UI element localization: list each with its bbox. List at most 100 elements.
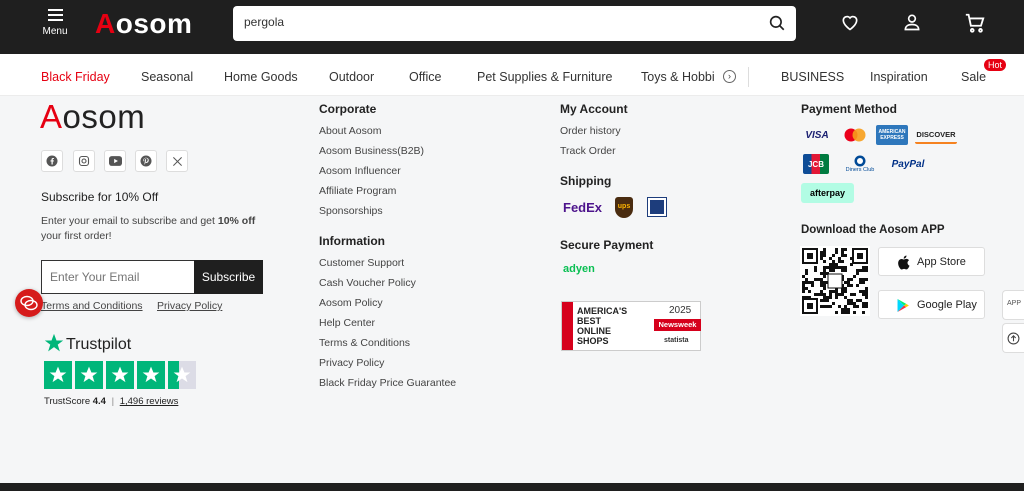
side-app-label: APP bbox=[1007, 300, 1022, 307]
award-line-2: BEST bbox=[577, 316, 602, 326]
nav-home-goods[interactable]: Home Goods bbox=[224, 70, 298, 84]
link-affiliate-program[interactable]: Affiliate Program bbox=[319, 185, 396, 197]
adyen-logo: adyen bbox=[563, 263, 595, 275]
my-account-title: My Account bbox=[560, 102, 628, 116]
visa-icon: VISA bbox=[801, 126, 833, 144]
link-black-friday-guarantee[interactable]: Black Friday Price Guarantee bbox=[319, 377, 456, 389]
jcb-icon: JCB bbox=[803, 154, 829, 174]
link-aosom-policy[interactable]: Aosom Policy bbox=[319, 297, 383, 309]
link-sponsorships[interactable]: Sponsorships bbox=[319, 205, 383, 217]
email-input[interactable] bbox=[50, 270, 190, 284]
corporate-title: Corporate bbox=[319, 102, 377, 116]
nav-black-friday[interactable]: Black Friday bbox=[41, 70, 110, 84]
hamburger-icon bbox=[47, 9, 63, 21]
search-icon[interactable] bbox=[768, 14, 786, 32]
discover-icon: DISCOVER bbox=[915, 126, 957, 144]
information-title: Information bbox=[319, 234, 385, 248]
footer-logo-text: osom bbox=[62, 98, 146, 135]
apple-icon bbox=[898, 255, 910, 270]
search-input[interactable] bbox=[244, 15, 744, 29]
back-to-top-button[interactable] bbox=[1002, 323, 1024, 353]
trustpilot-star-1 bbox=[44, 361, 72, 389]
nav-sale[interactable]: Sale bbox=[961, 70, 986, 84]
nav-pet-supplies[interactable]: Pet Supplies & Furniture bbox=[477, 70, 613, 84]
subscribe-button[interactable]: Subscribe bbox=[194, 260, 263, 294]
link-cash-voucher-policy[interactable]: Cash Voucher Policy bbox=[319, 277, 416, 289]
nav-scroll-right-icon[interactable]: › bbox=[723, 70, 736, 83]
pinterest-icon[interactable] bbox=[135, 150, 157, 172]
award-newsweek: Newsweek bbox=[654, 319, 701, 331]
chat-bubble-icon[interactable] bbox=[15, 289, 43, 317]
link-privacy-policy[interactable]: Privacy Policy bbox=[319, 357, 384, 369]
award-line-1: AMERICA'S bbox=[577, 306, 628, 316]
trustpilot-star-4 bbox=[137, 361, 165, 389]
footer-logo[interactable]: Aosom bbox=[40, 98, 145, 136]
top-header: Menu Aosom bbox=[0, 0, 1024, 54]
trustpilot-star-5 bbox=[168, 361, 196, 389]
afterpay-text: afterpay bbox=[809, 188, 845, 198]
trustpilot-brand[interactable]: Trustpilot bbox=[66, 336, 131, 354]
nav-seasonal[interactable]: Seasonal bbox=[141, 70, 193, 84]
ups-text: ups bbox=[617, 203, 631, 210]
award-line-3: ONLINE bbox=[577, 326, 612, 336]
nav-divider bbox=[748, 67, 749, 87]
trustpilot-reviews-link[interactable]: 1,496 reviews bbox=[120, 396, 179, 407]
award-line-4: SHOPS bbox=[577, 336, 609, 346]
email-subscribe-form: Subscribe bbox=[41, 260, 263, 294]
cart-icon[interactable] bbox=[964, 12, 986, 34]
nav-business[interactable]: BUSINESS bbox=[781, 70, 844, 84]
wishlist-heart-icon[interactable] bbox=[840, 12, 860, 32]
trustpilot-star-2 bbox=[75, 361, 103, 389]
subscribe-text-b: your first order! bbox=[41, 230, 112, 242]
link-customer-support[interactable]: Customer Support bbox=[319, 257, 404, 269]
google-play-button[interactable]: Google Play bbox=[878, 290, 985, 319]
amex-text: AMERICAN EXPRESS bbox=[878, 129, 906, 141]
privacy-link[interactable]: Privacy Policy bbox=[157, 300, 222, 312]
link-aosom-business[interactable]: Aosom Business(B2B) bbox=[319, 145, 424, 157]
link-about-aosom[interactable]: About Aosom bbox=[319, 125, 381, 137]
google-play-icon bbox=[897, 299, 909, 312]
link-help-center[interactable]: Help Center bbox=[319, 317, 375, 329]
jcb-text: JCB bbox=[807, 159, 824, 169]
category-nav: Black Friday Seasonal Home Goods Outdoor… bbox=[0, 54, 1024, 96]
award-stripe bbox=[562, 302, 573, 350]
nav-toys-hobbies[interactable]: Toys & Hobbi bbox=[641, 70, 714, 84]
nav-inspiration[interactable]: Inspiration bbox=[870, 70, 928, 84]
award-statista: statista bbox=[664, 337, 689, 344]
link-order-history[interactable]: Order history bbox=[560, 125, 621, 137]
link-aosom-influencer[interactable]: Aosom Influencer bbox=[319, 165, 401, 177]
usps-eagle-icon bbox=[647, 197, 667, 217]
google-play-label: Google Play bbox=[917, 299, 977, 311]
link-track-order[interactable]: Track Order bbox=[560, 145, 616, 157]
diners-club-icon: Diners Club bbox=[842, 152, 878, 176]
x-twitter-icon[interactable] bbox=[166, 150, 188, 172]
trustscore-line: TrustScore 4.4 | 1,496 reviews bbox=[44, 396, 178, 407]
link-terms-conditions[interactable]: Terms & Conditions bbox=[319, 337, 410, 349]
terms-link[interactable]: Terms and Conditions bbox=[41, 300, 143, 312]
subscribe-description: Enter your email to subscribe and get 10… bbox=[41, 214, 271, 244]
payment-method-title: Payment Method bbox=[801, 102, 898, 116]
download-app-title: Download the Aosom APP bbox=[801, 224, 945, 236]
account-user-icon[interactable] bbox=[902, 12, 922, 32]
instagram-icon[interactable] bbox=[73, 150, 95, 172]
hot-badge: Hot bbox=[984, 59, 1007, 71]
header-logo[interactable]: Aosom bbox=[95, 8, 192, 40]
back-to-top-icon bbox=[1007, 332, 1020, 345]
bottom-dark-bar bbox=[0, 483, 1024, 491]
mastercard-icon bbox=[842, 126, 868, 144]
ups-logo: ups bbox=[615, 197, 633, 218]
subscribe-title: Subscribe for 10% Off bbox=[41, 190, 159, 204]
trustscore-value: 4.4 bbox=[92, 396, 106, 407]
side-app-button[interactable]: APP bbox=[1002, 290, 1024, 320]
subscribe-text-bold: 10% off bbox=[217, 215, 256, 227]
nav-office[interactable]: Office bbox=[409, 70, 441, 84]
app-store-button[interactable]: App Store bbox=[878, 247, 985, 276]
youtube-icon[interactable] bbox=[104, 150, 126, 172]
header-logo-text: osom bbox=[115, 8, 193, 39]
app-store-label: App Store bbox=[917, 256, 966, 268]
shipping-title: Shipping bbox=[560, 174, 612, 188]
facebook-icon[interactable] bbox=[41, 150, 63, 172]
menu-button[interactable]: Menu bbox=[42, 9, 68, 37]
qr-code-pattern bbox=[802, 248, 868, 314]
nav-outdoor[interactable]: Outdoor bbox=[329, 70, 374, 84]
